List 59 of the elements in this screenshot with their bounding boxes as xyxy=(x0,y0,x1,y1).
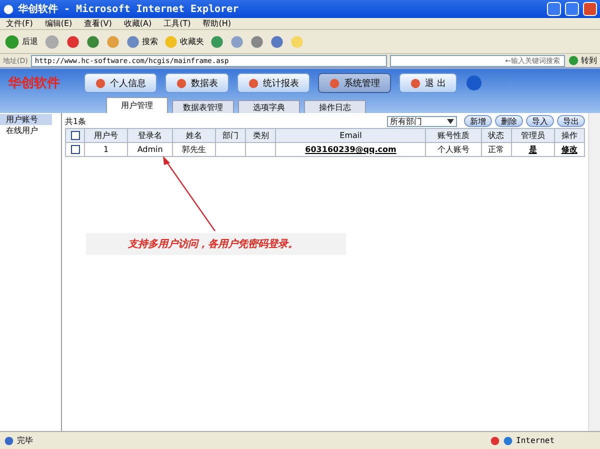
row-checkbox[interactable] xyxy=(70,145,80,154)
back-button[interactable]: 后退 xyxy=(4,34,38,50)
status-text: 完毕 xyxy=(17,435,34,446)
column-header: 账号性质 xyxy=(426,128,482,142)
column-header: 登录名 xyxy=(127,128,173,142)
dropdown-icon xyxy=(447,118,454,124)
edit-link[interactable]: 修改 xyxy=(554,142,584,156)
close-button[interactable] xyxy=(583,2,597,16)
sidebar-item[interactable]: 在线用户 xyxy=(0,125,52,136)
menu-item[interactable]: 收藏(A) xyxy=(124,18,152,29)
nav-button[interactable]: 退 出 xyxy=(399,73,457,93)
menu-item[interactable]: 文件(F) xyxy=(6,18,33,29)
nav-button[interactable]: 系统管理 xyxy=(318,73,391,93)
department-select[interactable]: 所有部门 xyxy=(387,116,457,126)
app-logo: 华创软件 xyxy=(8,75,61,92)
action-button[interactable]: 导入 xyxy=(526,115,554,127)
menu-item[interactable]: 编辑(E) xyxy=(44,18,72,29)
table-cell: 个人账号 xyxy=(426,142,482,156)
table-cell: Admin xyxy=(127,142,173,156)
table-cell xyxy=(246,142,276,156)
column-header: 管理员 xyxy=(511,128,554,142)
scrollbar[interactable] xyxy=(588,113,600,431)
window-title: 华创软件 - Microsoft Internet Explorer xyxy=(18,2,240,16)
tab[interactable]: 数据表管理 xyxy=(172,100,234,113)
maximize-button[interactable] xyxy=(565,2,579,16)
tab[interactable]: 用户管理 xyxy=(106,97,168,113)
select-all-checkbox[interactable] xyxy=(70,131,80,140)
tab[interactable]: 操作日志 xyxy=(304,100,366,113)
column-header: 姓名 xyxy=(172,128,216,142)
minimize-button[interactable] xyxy=(547,2,561,16)
menu-item[interactable]: 帮助(H) xyxy=(202,18,231,29)
sidebar-item[interactable]: 用户账号 xyxy=(0,114,52,125)
record-count: 共1条 xyxy=(65,116,88,126)
nav-button[interactable]: 统计报表 xyxy=(237,73,310,93)
table-cell: 1 xyxy=(84,142,128,156)
menu-item[interactable]: 查看(V) xyxy=(84,18,112,29)
column-header: 部门 xyxy=(216,128,246,142)
menu-item[interactable]: 工具(T) xyxy=(164,18,191,29)
search-button[interactable]: 搜索 xyxy=(126,34,158,48)
column-header: 用户号 xyxy=(84,128,128,142)
action-button[interactable]: 导出 xyxy=(557,115,585,127)
favorites-button[interactable]: 收藏夹 xyxy=(164,34,204,48)
table-cell: 正常 xyxy=(481,142,512,156)
table-cell xyxy=(216,142,246,156)
table-cell: 郭先生 xyxy=(172,142,216,156)
column-header: Email xyxy=(276,128,426,142)
go-button[interactable]: 转到 xyxy=(568,55,597,66)
action-button[interactable]: 新增 xyxy=(464,115,492,127)
action-button[interactable]: 删除 xyxy=(495,115,523,127)
tab[interactable]: 选项字典 xyxy=(238,100,300,113)
nav-button[interactable]: 个人信息 xyxy=(84,73,157,93)
column-header: 操作 xyxy=(554,128,584,142)
column-header: 类别 xyxy=(246,128,276,142)
email-link[interactable]: 603160239@qq.com xyxy=(276,142,426,156)
nav-button[interactable]: 数据表 xyxy=(165,73,229,93)
column-header: 状态 xyxy=(481,128,512,142)
zone-label: Internet xyxy=(516,436,556,445)
table-cell: 是 xyxy=(511,142,554,156)
callout-text: 支持多用户访问，各用户凭密码登录。 xyxy=(128,237,298,251)
